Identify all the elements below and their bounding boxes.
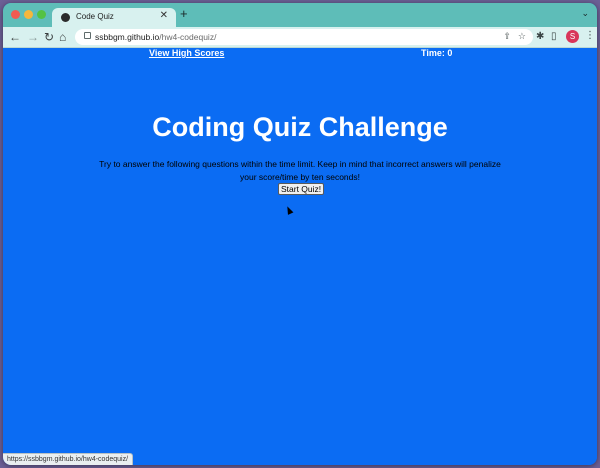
start-quiz-button[interactable]: Start Quiz! — [278, 183, 325, 195]
side-panel-icon[interactable]: ▯ — [551, 31, 557, 42]
quiz-instructions: Try to answer the following questions wi… — [99, 159, 501, 182]
profile-avatar[interactable]: S — [566, 30, 579, 43]
status-bar-url: https://ssbbgm.github.io/hw4-codequiz/ — [3, 453, 134, 465]
extensions-puzzle-icon[interactable]: ✱ — [536, 31, 544, 42]
url-path: /hw4-codequiz/ — [159, 32, 217, 42]
close-window-button[interactable] — [11, 10, 20, 19]
address-bar[interactable]: ssbbgm.github.io/hw4-codequiz/ ⇪ ☆ — [75, 29, 533, 45]
globe-icon — [61, 13, 70, 22]
forward-button[interactable]: → — [27, 29, 39, 45]
bookmark-star-icon[interactable]: ☆ — [518, 31, 526, 42]
tab-search-icon[interactable]: ⌄ — [581, 8, 589, 19]
close-tab-icon[interactable]: ✕ — [160, 10, 168, 21]
back-button[interactable]: ← — [9, 29, 21, 45]
tab-title: Code Quiz — [76, 12, 114, 21]
view-high-scores-link[interactable]: View High Scores — [149, 48, 224, 58]
browser-menu-icon[interactable]: ⋮ — [585, 30, 595, 41]
page-title: Coding Quiz Challenge — [152, 112, 448, 142]
new-tab-button[interactable]: + — [180, 6, 188, 21]
home-button[interactable]: ⌂ — [59, 29, 66, 45]
share-icon[interactable]: ⇪ — [503, 31, 511, 42]
minimize-window-button[interactable] — [24, 10, 33, 19]
lock-icon[interactable] — [84, 32, 91, 39]
browser-toolbar: ← → ↻ ⌂ ssbbgm.github.io/hw4-codequiz/ ⇪… — [3, 27, 597, 48]
quiz-timer: Time: 0 — [421, 48, 453, 58]
page-content: View High Scores Time: 0 Coding Quiz Cha… — [3, 48, 597, 465]
url-host: ssbbgm.github.io — [95, 32, 160, 42]
tab-strip: Code Quiz ✕ + ⌄ — [3, 3, 597, 27]
browser-window: Code Quiz ✕ + ⌄ ← → ↻ ⌂ ssbbgm.github.io… — [3, 3, 597, 465]
tab-code-quiz[interactable]: Code Quiz ✕ — [52, 8, 176, 27]
url-text[interactable]: ssbbgm.github.io/hw4-codequiz/ — [95, 32, 216, 42]
mouse-cursor-icon — [284, 205, 294, 215]
maximize-window-button[interactable] — [37, 10, 46, 19]
reload-button[interactable]: ↻ — [44, 29, 54, 45]
